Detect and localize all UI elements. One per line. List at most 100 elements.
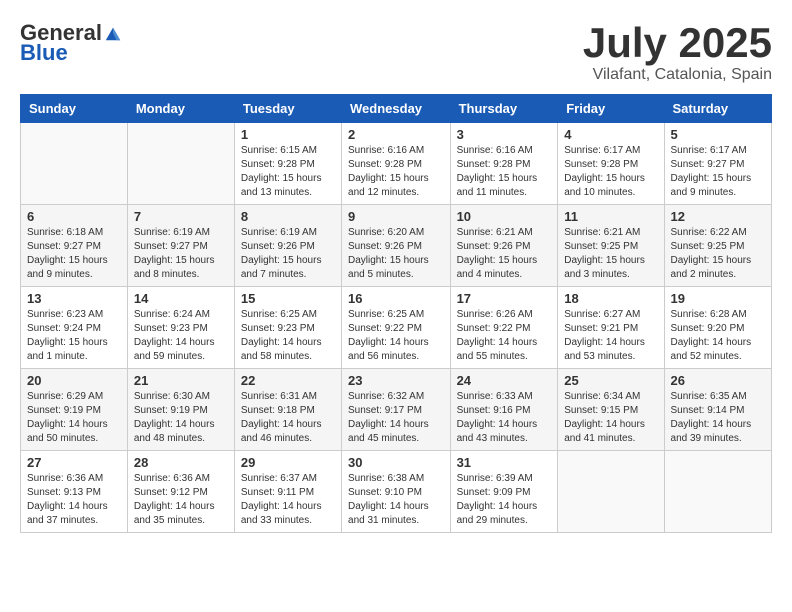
table-row: 11 Sunrise: 6:21 AMSunset: 9:25 PMDayligh… — [558, 205, 664, 287]
table-row: 5 Sunrise: 6:17 AMSunset: 9:27 PMDaylight… — [664, 123, 771, 205]
table-row: 27 Sunrise: 6:36 AMSunset: 9:13 PMDayligh… — [21, 451, 128, 533]
day-info: Sunrise: 6:19 AMSunset: 9:26 PMDaylight:… — [241, 226, 335, 282]
location-title: Vilafant, Catalonia, Spain — [583, 66, 772, 84]
day-info: Sunrise: 6:21 AMSunset: 9:25 PMDaylight:… — [564, 226, 657, 282]
calendar-week-row: 27 Sunrise: 6:36 AMSunset: 9:13 PMDayligh… — [21, 451, 772, 533]
day-number: 13 — [27, 291, 121, 306]
day-info: Sunrise: 6:36 AMSunset: 9:12 PMDaylight:… — [134, 472, 228, 528]
day-number: 26 — [671, 373, 765, 388]
table-row — [127, 123, 234, 205]
col-friday: Friday — [558, 95, 664, 123]
day-number: 18 — [564, 291, 657, 306]
day-info: Sunrise: 6:17 AMSunset: 9:27 PMDaylight:… — [671, 144, 765, 200]
day-info: Sunrise: 6:23 AMSunset: 9:24 PMDaylight:… — [27, 308, 121, 364]
table-row: 16 Sunrise: 6:25 AMSunset: 9:22 PMDayligh… — [342, 287, 451, 369]
day-info: Sunrise: 6:32 AMSunset: 9:17 PMDaylight:… — [348, 390, 444, 446]
day-number: 10 — [457, 209, 552, 224]
table-row: 13 Sunrise: 6:23 AMSunset: 9:24 PMDayligh… — [21, 287, 128, 369]
col-thursday: Thursday — [450, 95, 558, 123]
day-number: 16 — [348, 291, 444, 306]
day-info: Sunrise: 6:19 AMSunset: 9:27 PMDaylight:… — [134, 226, 228, 282]
table-row: 25 Sunrise: 6:34 AMSunset: 9:15 PMDayligh… — [558, 369, 664, 451]
table-row: 18 Sunrise: 6:27 AMSunset: 9:21 PMDayligh… — [558, 287, 664, 369]
day-info: Sunrise: 6:22 AMSunset: 9:25 PMDaylight:… — [671, 226, 765, 282]
table-row: 23 Sunrise: 6:32 AMSunset: 9:17 PMDayligh… — [342, 369, 451, 451]
table-row: 19Sunrise: 6:28 AMSunset: 9:20 PMDayligh… — [664, 287, 771, 369]
day-info: Sunrise: 6:24 AMSunset: 9:23 PMDaylight:… — [134, 308, 228, 364]
table-row: 9Sunrise: 6:20 AMSunset: 9:26 PMDaylight… — [342, 205, 451, 287]
table-row: 24 Sunrise: 6:33 AMSunset: 9:16 PMDayligh… — [450, 369, 558, 451]
col-tuesday: Tuesday — [234, 95, 341, 123]
day-number: 6 — [27, 209, 121, 224]
day-info: Sunrise: 6:16 AMSunset: 9:28 PMDaylight:… — [457, 144, 552, 200]
table-row: 26 Sunrise: 6:35 AMSunset: 9:14 PMDayligh… — [664, 369, 771, 451]
table-row — [558, 451, 664, 533]
table-row: 17Sunrise: 6:26 AMSunset: 9:22 PMDayligh… — [450, 287, 558, 369]
logo-icon — [104, 24, 122, 42]
day-number: 22 — [241, 373, 335, 388]
day-info: Sunrise: 6:17 AMSunset: 9:28 PMDaylight:… — [564, 144, 657, 200]
table-row: 1 Sunrise: 6:15 AMSunset: 9:28 PMDaylight… — [234, 123, 341, 205]
table-row: 22Sunrise: 6:31 AMSunset: 9:18 PMDayligh… — [234, 369, 341, 451]
day-info: Sunrise: 6:38 AMSunset: 9:10 PMDaylight:… — [348, 472, 444, 528]
table-row: 15Sunrise: 6:25 AMSunset: 9:23 PMDayligh… — [234, 287, 341, 369]
day-info: Sunrise: 6:36 AMSunset: 9:13 PMDaylight:… — [27, 472, 121, 528]
day-info: Sunrise: 6:26 AMSunset: 9:22 PMDaylight:… — [457, 308, 552, 364]
calendar-table: Sunday Monday Tuesday Wednesday Thursday… — [20, 94, 772, 533]
table-row: 7 Sunrise: 6:19 AMSunset: 9:27 PMDaylight… — [127, 205, 234, 287]
day-info: Sunrise: 6:25 AMSunset: 9:22 PMDaylight:… — [348, 308, 444, 364]
day-number: 11 — [564, 209, 657, 224]
table-row: 10 Sunrise: 6:21 AMSunset: 9:26 PMDayligh… — [450, 205, 558, 287]
logo: General Blue — [20, 20, 122, 66]
day-info: Sunrise: 6:16 AMSunset: 9:28 PMDaylight:… — [348, 144, 444, 200]
table-row: 21 Sunrise: 6:30 AMSunset: 9:19 PMDayligh… — [127, 369, 234, 451]
day-info: Sunrise: 6:21 AMSunset: 9:26 PMDaylight:… — [457, 226, 552, 282]
table-row: 2 Sunrise: 6:16 AMSunset: 9:28 PMDaylight… — [342, 123, 451, 205]
day-info: Sunrise: 6:27 AMSunset: 9:21 PMDaylight:… — [564, 308, 657, 364]
table-row: 4 Sunrise: 6:17 AMSunset: 9:28 PMDaylight… — [558, 123, 664, 205]
day-number: 8 — [241, 209, 335, 224]
day-number: 20 — [27, 373, 121, 388]
calendar-week-row: 20 Sunrise: 6:29 AMSunset: 9:19 PMDayligh… — [21, 369, 772, 451]
day-info: Sunrise: 6:30 AMSunset: 9:19 PMDaylight:… — [134, 390, 228, 446]
day-number: 23 — [348, 373, 444, 388]
day-info: Sunrise: 6:28 AMSunset: 9:20 PMDaylight:… — [671, 308, 765, 364]
calendar-header-row: Sunday Monday Tuesday Wednesday Thursday… — [21, 95, 772, 123]
day-number: 14 — [134, 291, 228, 306]
day-number: 5 — [671, 127, 765, 142]
day-number: 21 — [134, 373, 228, 388]
calendar-week-row: 6 Sunrise: 6:18 AMSunset: 9:27 PMDaylight… — [21, 205, 772, 287]
day-info: Sunrise: 6:33 AMSunset: 9:16 PMDaylight:… — [457, 390, 552, 446]
col-saturday: Saturday — [664, 95, 771, 123]
logo-blue: Blue — [20, 40, 68, 66]
table-row: 12 Sunrise: 6:22 AMSunset: 9:25 PMDayligh… — [664, 205, 771, 287]
day-number: 24 — [457, 373, 552, 388]
day-number: 29 — [241, 455, 335, 470]
day-number: 4 — [564, 127, 657, 142]
day-number: 12 — [671, 209, 765, 224]
day-info: Sunrise: 6:18 AMSunset: 9:27 PMDaylight:… — [27, 226, 121, 282]
day-number: 7 — [134, 209, 228, 224]
day-number: 1 — [241, 127, 335, 142]
table-row: 28Sunrise: 6:36 AMSunset: 9:12 PMDayligh… — [127, 451, 234, 533]
table-row: 14 Sunrise: 6:24 AMSunset: 9:23 PMDayligh… — [127, 287, 234, 369]
day-number: 31 — [457, 455, 552, 470]
day-info: Sunrise: 6:15 AMSunset: 9:28 PMDaylight:… — [241, 144, 335, 200]
day-number: 9 — [348, 209, 444, 224]
table-row: 8 Sunrise: 6:19 AMSunset: 9:26 PMDaylight… — [234, 205, 341, 287]
table-row: 30 Sunrise: 6:38 AMSunset: 9:10 PMDayligh… — [342, 451, 451, 533]
day-number: 25 — [564, 373, 657, 388]
day-number: 30 — [348, 455, 444, 470]
day-info: Sunrise: 6:35 AMSunset: 9:14 PMDaylight:… — [671, 390, 765, 446]
table-row — [21, 123, 128, 205]
table-row: 29Sunrise: 6:37 AMSunset: 9:11 PMDayligh… — [234, 451, 341, 533]
col-wednesday: Wednesday — [342, 95, 451, 123]
day-info: Sunrise: 6:34 AMSunset: 9:15 PMDaylight:… — [564, 390, 657, 446]
title-area: July 2025 Vilafant, Catalonia, Spain — [583, 20, 772, 84]
header: General Blue July 2025 Vilafant, Catalon… — [20, 20, 772, 84]
day-number: 27 — [27, 455, 121, 470]
table-row: 3Sunrise: 6:16 AMSunset: 9:28 PMDaylight… — [450, 123, 558, 205]
day-number: 2 — [348, 127, 444, 142]
calendar-week-row: 1 Sunrise: 6:15 AMSunset: 9:28 PMDaylight… — [21, 123, 772, 205]
day-info: Sunrise: 6:29 AMSunset: 9:19 PMDaylight:… — [27, 390, 121, 446]
